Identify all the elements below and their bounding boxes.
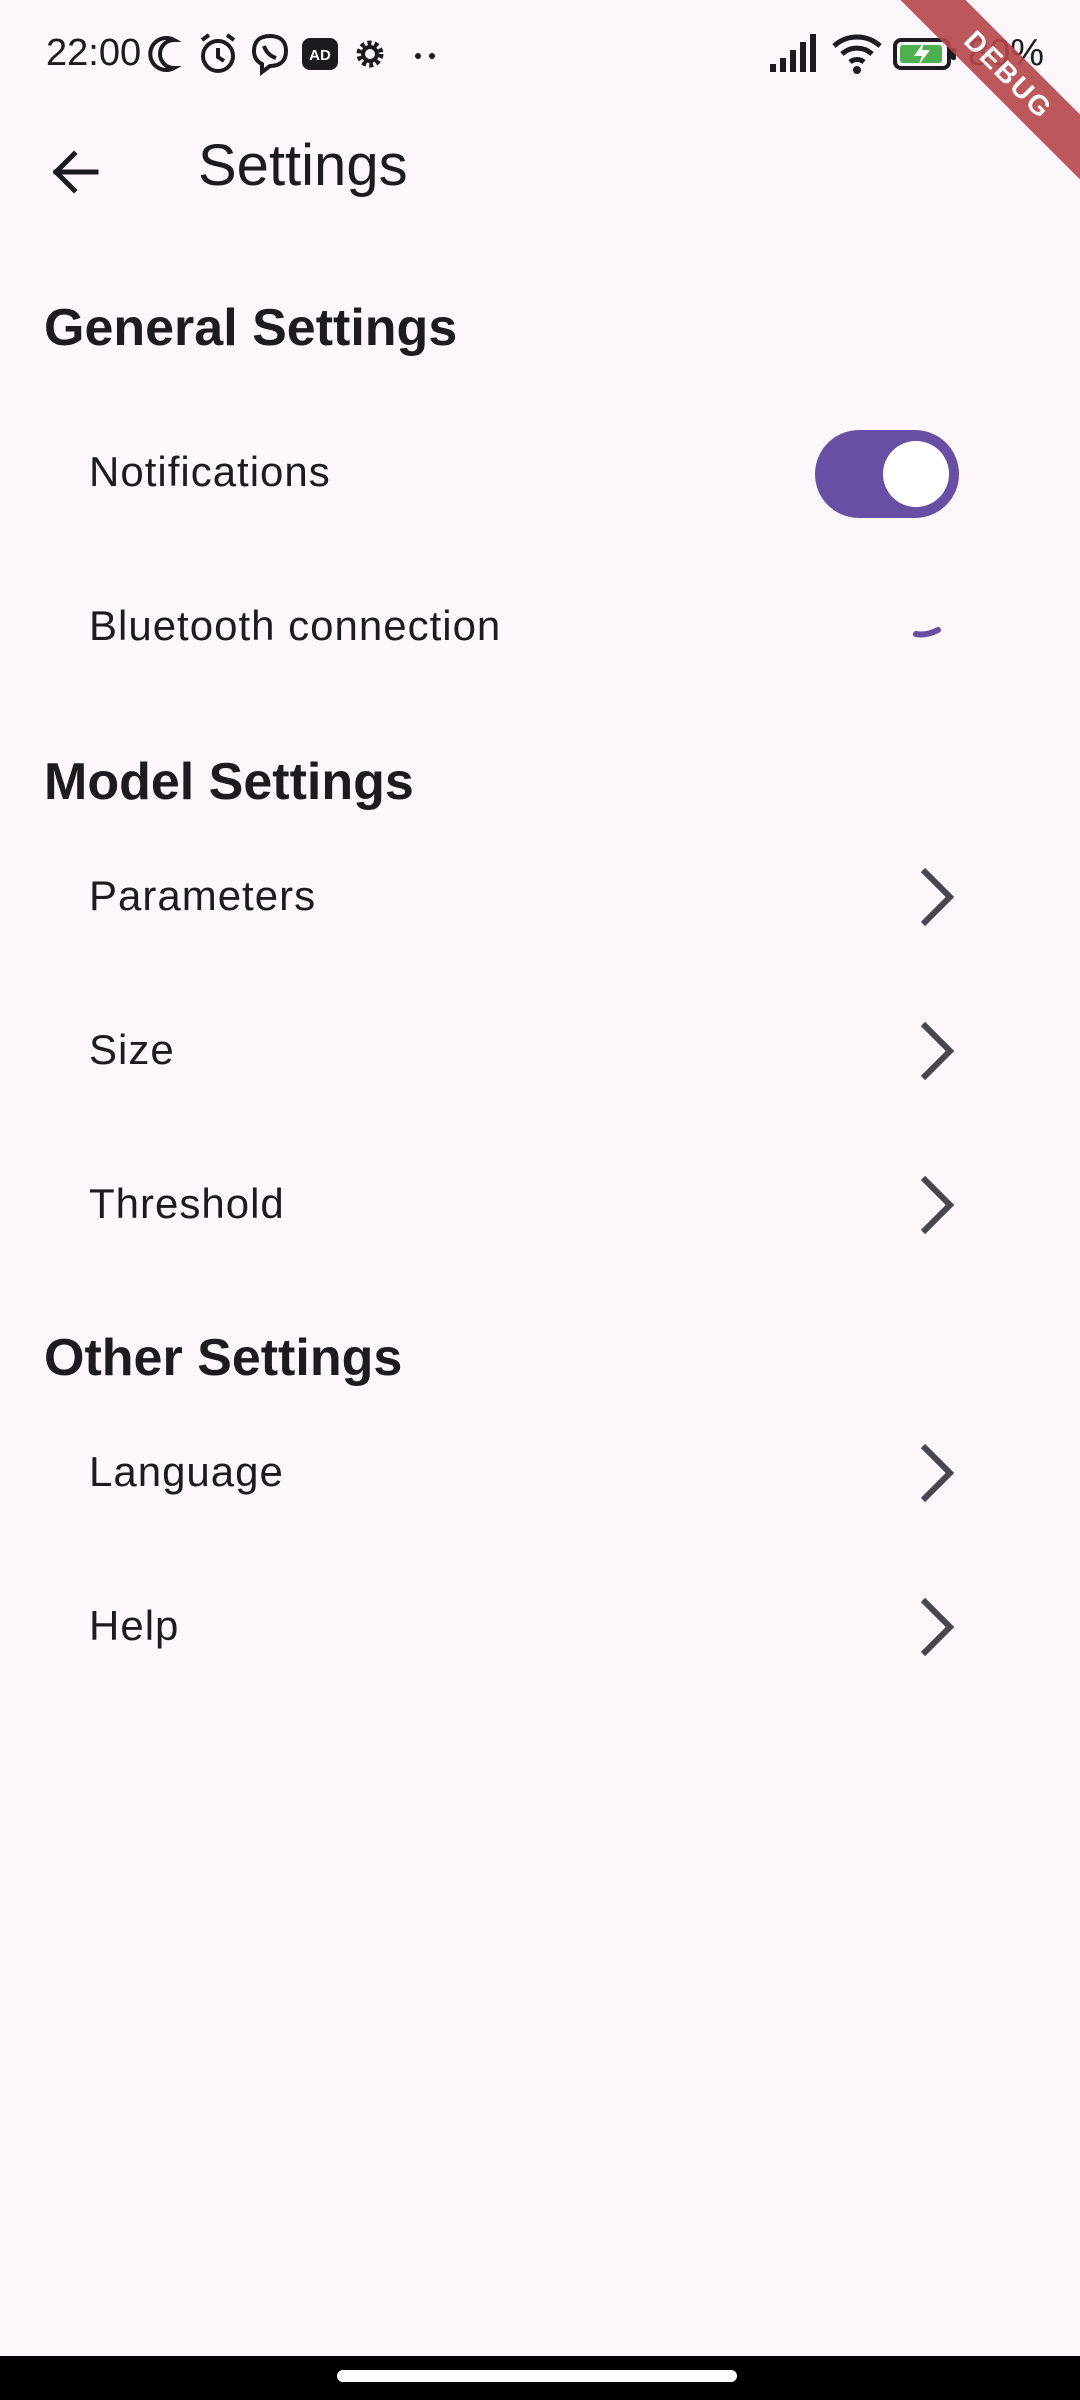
wifi-icon (832, 34, 882, 74)
toggle-knob (883, 441, 949, 507)
setting-row-help[interactable]: Help (0, 1562, 1080, 1692)
chevron-right-icon (920, 1597, 955, 1657)
setting-row-size[interactable]: Size (0, 986, 1080, 1116)
section-title-general: General Settings (44, 299, 458, 357)
section-title-other: Other Settings (44, 1329, 403, 1387)
chevron-right-icon (920, 1443, 955, 1503)
svg-text:AD: AD (309, 47, 331, 64)
section-title-model: Model Settings (44, 753, 414, 811)
moon-icon (148, 36, 175, 72)
system-nav-bar (0, 2356, 1080, 2400)
page-title: Settings (198, 133, 408, 198)
setting-row-bluetooth[interactable]: Bluetooth connection (0, 562, 1080, 692)
gear-icon (356, 40, 384, 68)
signal-icon (770, 34, 816, 72)
back-button[interactable] (40, 136, 112, 208)
ad-blocker-icon: AD (302, 38, 338, 70)
arrow-back-icon (52, 150, 99, 194)
viber-icon (251, 33, 289, 76)
setting-row-notifications[interactable]: Notifications (0, 408, 1080, 538)
notifications-toggle[interactable] (815, 430, 959, 518)
home-indicator[interactable] (337, 2370, 737, 2382)
chevron-right-icon (920, 1021, 955, 1081)
setting-label: Notifications (89, 448, 331, 495)
loading-spinner-icon (913, 627, 941, 638)
app-bar: Settings (0, 112, 1080, 224)
setting-row-language[interactable]: Language (0, 1408, 1080, 1538)
more-dots-icon (415, 53, 435, 59)
setting-label: Parameters (89, 872, 317, 919)
setting-label: Bluetooth connection (89, 602, 502, 649)
setting-label: Language (89, 1448, 284, 1495)
status-bar: 22:00 AD 80% DEBUG (0, 0, 1080, 184)
chevron-right-icon (920, 1175, 955, 1235)
chevron-right-icon (920, 867, 955, 927)
status-time: 22:00 (46, 32, 142, 74)
setting-label: Threshold (89, 1180, 285, 1227)
setting-row-parameters[interactable]: Parameters (0, 832, 1080, 962)
alarm-icon (200, 33, 236, 73)
setting-label: Help (89, 1602, 180, 1649)
setting-label: Size (89, 1026, 175, 1073)
setting-row-threshold[interactable]: Threshold (0, 1140, 1080, 1270)
